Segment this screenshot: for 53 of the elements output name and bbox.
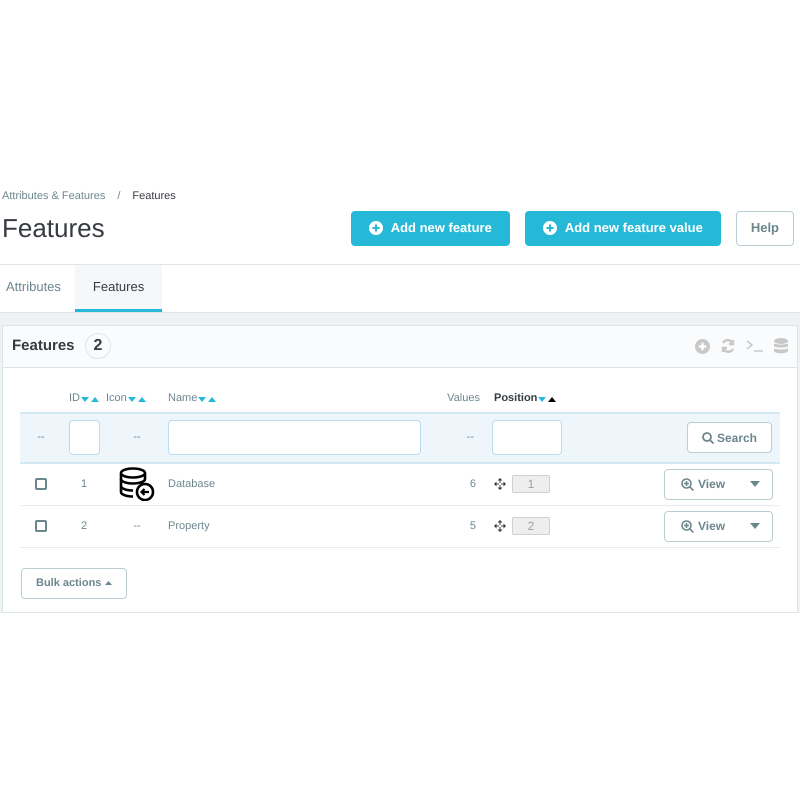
position-badge: 2 <box>512 517 550 535</box>
database-icon <box>119 467 155 501</box>
view-button[interactable]: View <box>664 510 773 542</box>
table-cell-text: Database <box>168 476 216 492</box>
column-header: Values <box>447 391 480 406</box>
table-cell-text: Property <box>168 518 211 534</box>
search-button[interactable]: Search <box>686 422 772 453</box>
plus-icon <box>368 221 383 235</box>
id-filter-field[interactable] <box>68 420 100 455</box>
table-cell-text: 1 <box>80 476 88 492</box>
count-badge: 2 <box>84 333 112 359</box>
breadcrumb-link[interactable]: Attributes & Features <box>2 188 106 204</box>
column-header: ID <box>69 391 80 406</box>
sort-arrows-icon[interactable] <box>538 394 556 402</box>
row-checkbox[interactable] <box>35 520 47 532</box>
table-cell-text: 5 <box>468 518 477 534</box>
name-filter-field[interactable] <box>168 420 421 455</box>
breadcrumb-separator: / <box>116 189 122 204</box>
row-checkbox[interactable] <box>35 478 47 490</box>
plus-icon <box>542 221 557 235</box>
no-filter-dashes: -- <box>36 430 46 446</box>
refresh-icon[interactable] <box>720 338 736 354</box>
tab[interactable]: Attributes <box>0 264 75 312</box>
help-button[interactable]: Help <box>736 210 794 246</box>
database-icon[interactable] <box>774 338 788 354</box>
add-button[interactable]: Add new feature <box>350 210 510 246</box>
caret-icon <box>750 523 760 529</box>
panel-title: Features <box>12 336 75 356</box>
drag-handle-icon[interactable] <box>494 520 506 532</box>
terminal-icon[interactable] <box>746 339 764 353</box>
table-cell-text: -- <box>133 518 141 534</box>
zoom-in-icon <box>681 478 694 490</box>
position-filter-field[interactable] <box>492 420 562 455</box>
table-cell-text: 2 <box>80 518 88 534</box>
caret-icon <box>750 481 760 487</box>
no-filter-dashes: -- <box>132 430 142 446</box>
page-title: Features <box>2 212 106 244</box>
breadcrumb-current: Features <box>132 189 176 204</box>
table-cell-text: 6 <box>468 476 477 492</box>
column-header: Position <box>494 391 538 406</box>
zoom-in-icon <box>681 520 694 532</box>
no-filter-dashes: -- <box>466 430 475 446</box>
add-icon[interactable] <box>695 338 710 354</box>
view-button[interactable]: View <box>664 468 773 500</box>
search-icon <box>702 432 714 444</box>
position-badge: 1 <box>512 475 550 493</box>
add-button[interactable]: Add new feature value <box>524 210 721 246</box>
column-header: Icon <box>106 391 127 406</box>
column-header: Name <box>168 391 198 406</box>
tab[interactable]: Features <box>74 264 162 312</box>
drag-handle-icon[interactable] <box>494 478 506 490</box>
bulk-actions-button[interactable]: Bulk actions <box>21 568 128 598</box>
caret-icon <box>105 581 112 585</box>
